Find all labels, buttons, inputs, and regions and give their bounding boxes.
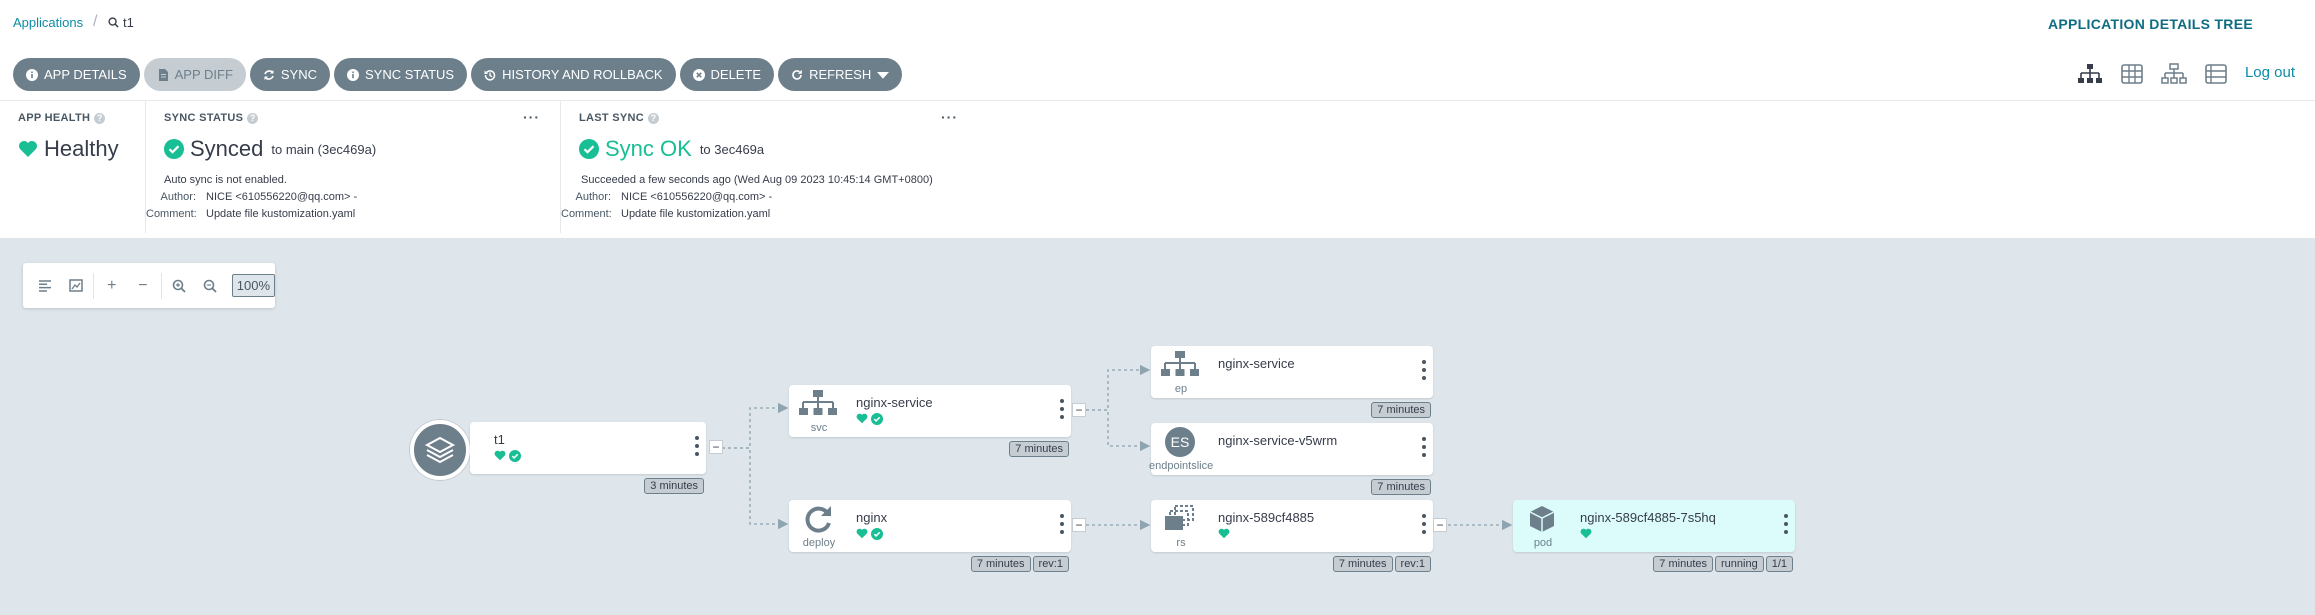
node-tags: 3 minutes: [644, 478, 704, 494]
node-status: [856, 528, 883, 540]
heart-icon: [1218, 528, 1230, 539]
resource-node-ep[interactable]: ep nginx-service 7 minutes: [1151, 346, 1433, 418]
resource-name: nginx: [856, 510, 888, 525]
node-status: [856, 413, 883, 425]
age-tag: 7 minutes: [1653, 556, 1713, 572]
node-status: [1218, 528, 1230, 539]
state-tag: running: [1715, 556, 1764, 572]
collapse-toggle[interactable]: −: [709, 440, 723, 454]
node-menu-icon[interactable]: [1060, 399, 1064, 419]
check-circle-icon: [871, 413, 883, 425]
resource-kind: endpointslice: [1149, 460, 1214, 472]
app-node-name: t1: [494, 432, 505, 447]
node-tags: 7 minutes rev:1: [1332, 556, 1431, 572]
heart-icon: [1580, 528, 1592, 539]
resource-node-endpointslice[interactable]: ES endpointslice nginx-service-v5wrm 7 m…: [1149, 423, 1433, 495]
revision-tag: rev:1: [1394, 556, 1431, 572]
resource-kind: deploy: [802, 537, 836, 549]
resource-name: nginx-589cf4885: [1218, 510, 1315, 525]
resource-node-rs[interactable]: rs nginx-589cf4885 7 minutes rev:1: [1151, 500, 1433, 572]
resource-node-deploy[interactable]: deploy nginx 7 minutes rev:1: [789, 500, 1071, 572]
resource-kind: ep: [1174, 383, 1188, 395]
resource-kind: pod: [1533, 537, 1553, 549]
age-tag: 7 minutes: [1371, 402, 1431, 418]
age-tag: 7 minutes: [1332, 556, 1393, 572]
age-tag: 7 minutes: [970, 556, 1031, 572]
heart-icon: [856, 528, 868, 539]
node-menu-icon[interactable]: [695, 436, 699, 456]
heart-icon: [494, 450, 506, 461]
node-menu-icon[interactable]: [1422, 514, 1426, 534]
resource-node-pod[interactable]: pod nginx-589cf4885-7s5hq 7 minutes runn…: [1513, 500, 1795, 572]
check-circle-icon: [871, 528, 883, 540]
age-tag: 3 minutes: [644, 478, 704, 494]
age-tag: 7 minutes: [1009, 441, 1069, 457]
resource-name: nginx-589cf4885-7s5hq: [1580, 510, 1716, 525]
collapse-toggle[interactable]: −: [1433, 518, 1447, 532]
node-tags: 7 minutes: [1371, 402, 1431, 418]
revision-tag: rev:1: [1032, 556, 1069, 572]
resource-name: nginx-service-v5wrm: [1218, 433, 1338, 448]
node-tags: 7 minutes: [1371, 479, 1431, 495]
resource-name: nginx-service: [1218, 356, 1295, 371]
node-menu-icon[interactable]: [1422, 360, 1426, 380]
node-menu-icon[interactable]: [1060, 514, 1064, 534]
node-tags: 7 minutes running 1/1: [1653, 556, 1793, 572]
age-tag: 7 minutes: [1371, 479, 1431, 495]
node-menu-icon[interactable]: [1784, 514, 1788, 534]
resource-node-svc[interactable]: svc nginx-service 7 minutes: [789, 385, 1071, 457]
collapse-toggle[interactable]: −: [1072, 403, 1086, 417]
collapse-toggle[interactable]: −: [1072, 518, 1086, 532]
node-menu-icon[interactable]: [1422, 437, 1426, 457]
resource-name: nginx-service: [856, 395, 933, 410]
check-circle-icon: [509, 450, 521, 462]
app-node-icon[interactable]: [410, 420, 470, 480]
heart-icon: [856, 413, 868, 424]
app-node[interactable]: t1 3 minutes: [470, 422, 706, 494]
node-status: [494, 450, 521, 462]
resource-kind: svc: [810, 422, 828, 434]
resource-kind: rs: [1176, 537, 1186, 549]
node-tags: 7 minutes: [1009, 441, 1069, 457]
node-status: [1580, 528, 1592, 539]
ready-tag: 1/1: [1765, 556, 1793, 572]
node-tags: 7 minutes rev:1: [970, 556, 1069, 572]
layers-icon: [424, 436, 456, 464]
